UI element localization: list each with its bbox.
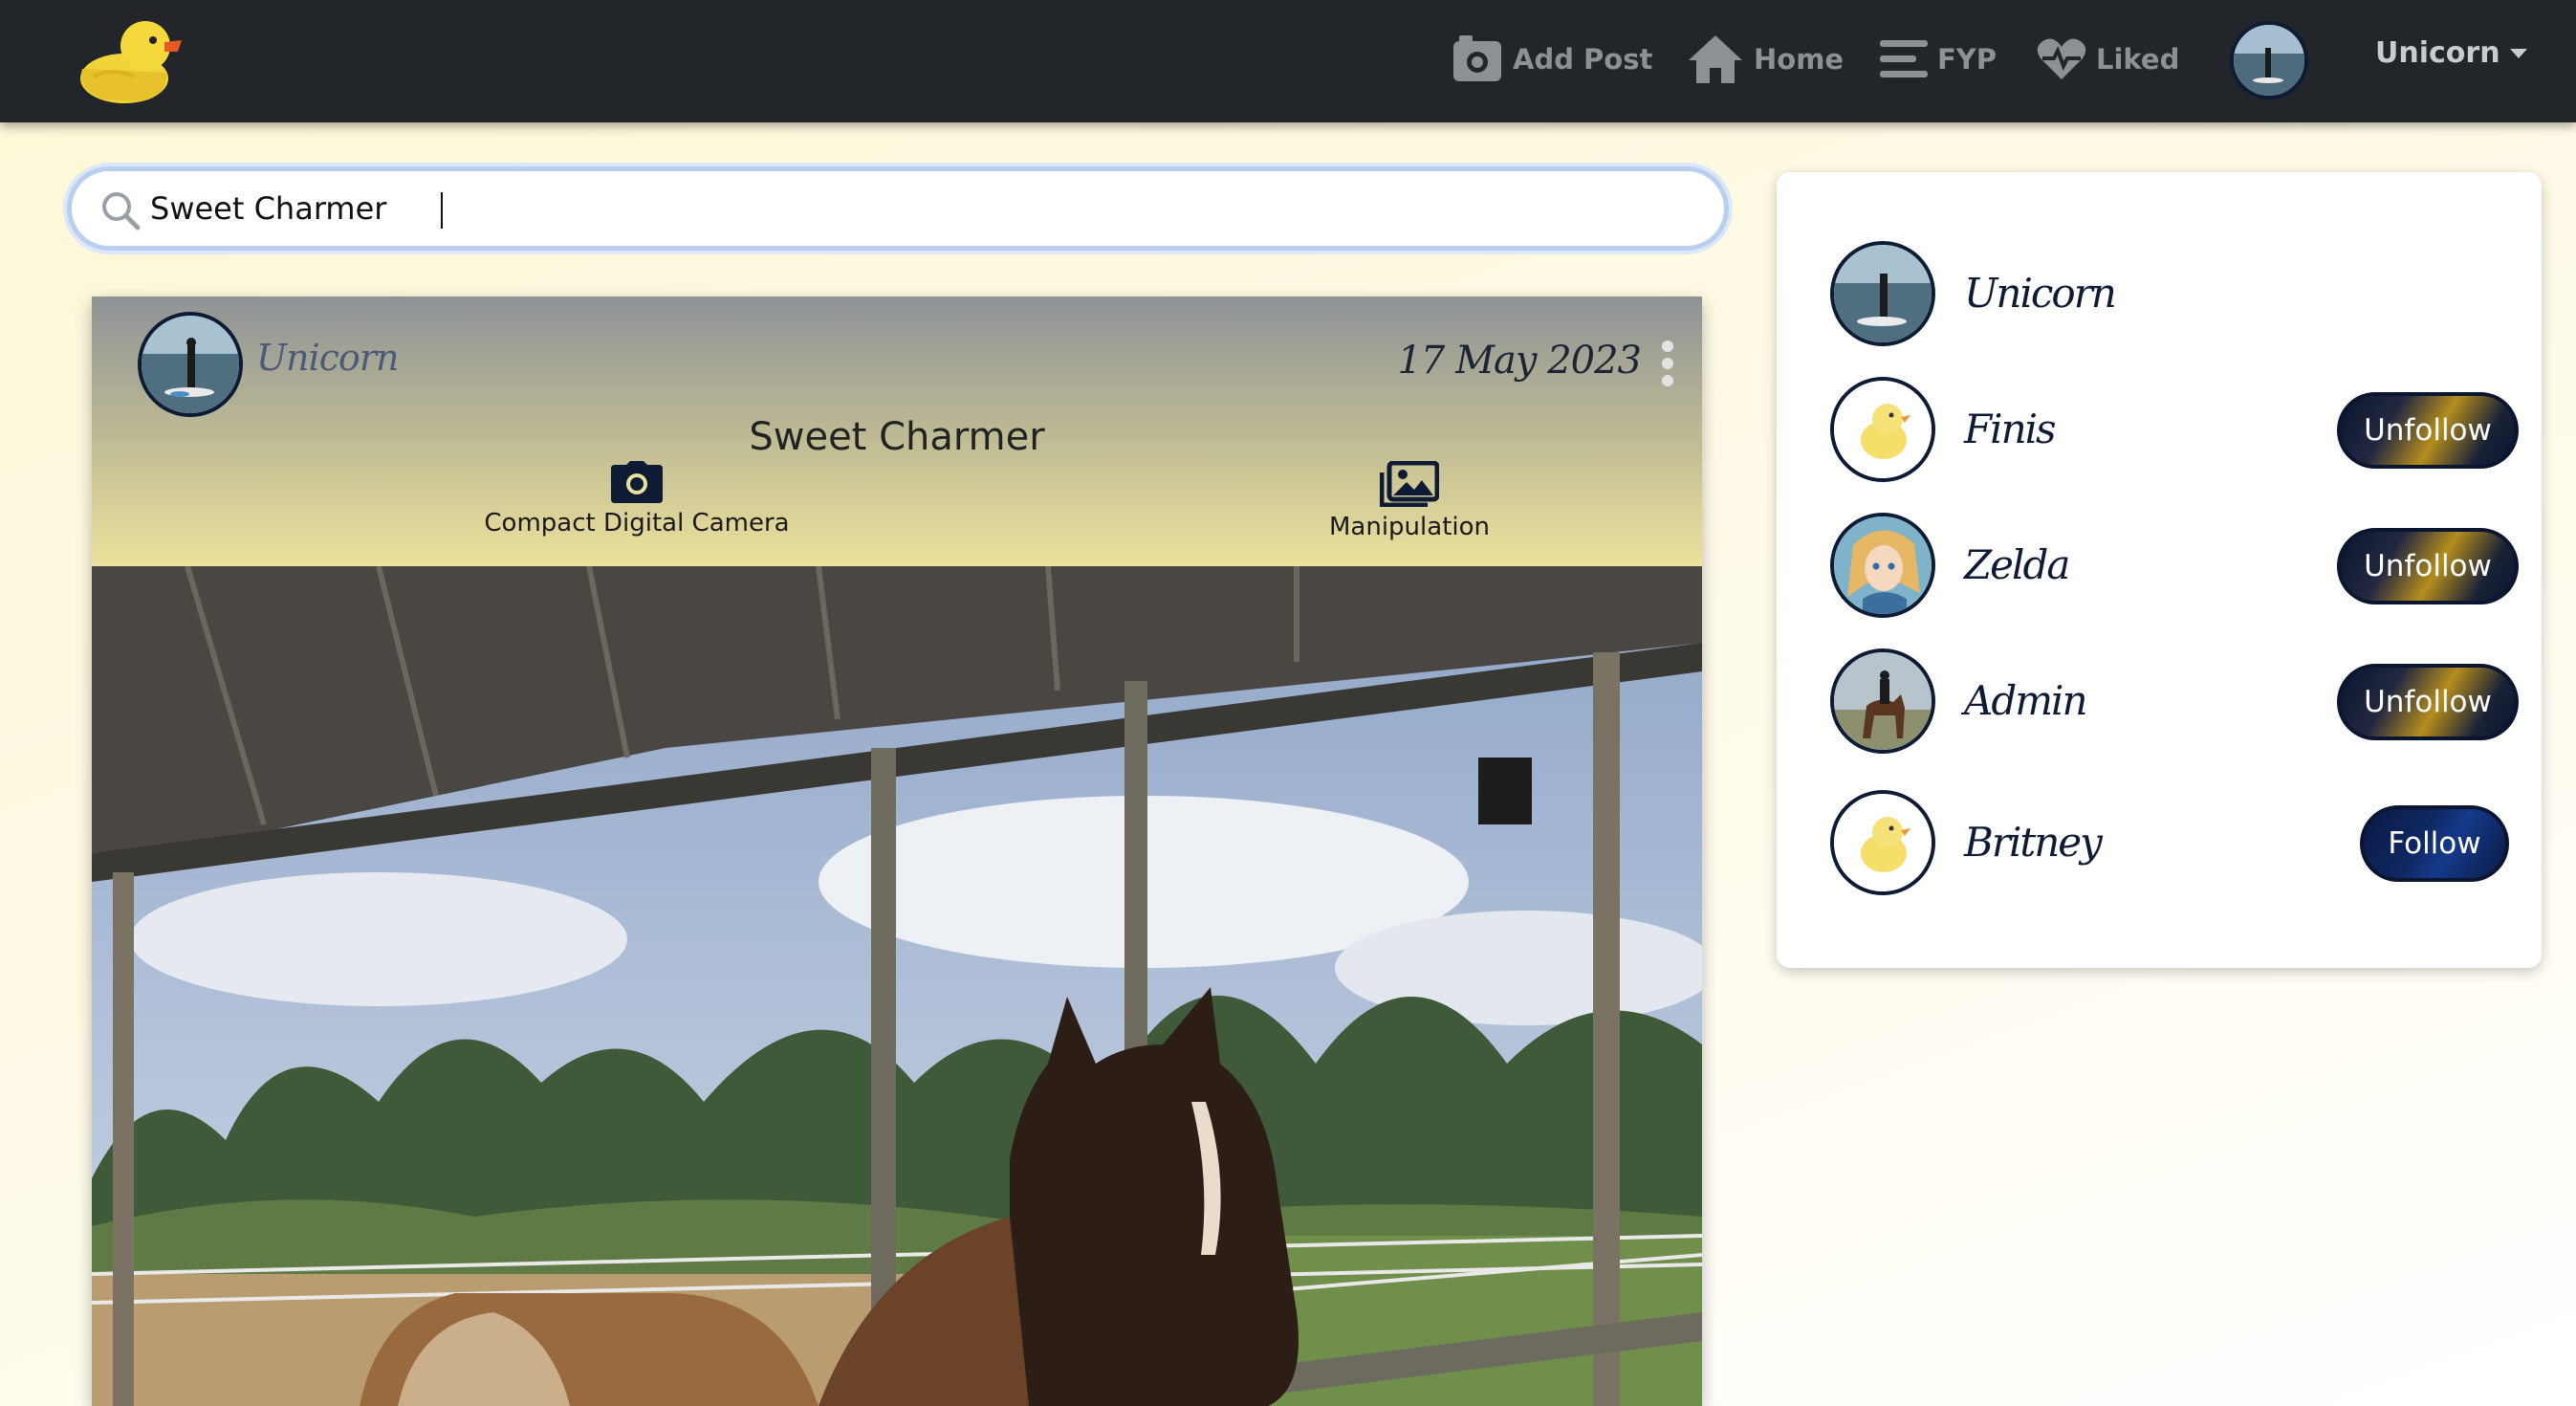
post-tag-manipulation: Manipulation	[1170, 461, 1648, 541]
nav-home[interactable]: Home	[1687, 29, 1844, 90]
post-author-avatar[interactable]	[138, 312, 243, 417]
nav-liked-label: Liked	[2096, 43, 2180, 76]
suggested-profiles-panel: Unicorn Finis Unfollow Zelda Unfollow Ad…	[1777, 172, 2542, 968]
profile-name[interactable]: Finis	[1964, 406, 2057, 452]
unfollow-button[interactable]: Unfollow	[2337, 664, 2519, 740]
post-tag-camera-label: Compact Digital Camera	[484, 509, 790, 538]
home-icon	[1689, 35, 1742, 83]
profile-row-britney: Britney Follow	[1830, 790, 2509, 895]
profile-avatar[interactable]	[1830, 513, 1935, 618]
nav-avatar[interactable]	[2230, 21, 2308, 99]
unfollow-button[interactable]: Unfollow	[2337, 528, 2519, 604]
search-input[interactable]	[150, 185, 1699, 232]
lake-paddleboard-photo	[2234, 25, 2304, 96]
user-dropdown[interactable]: Unicorn	[2375, 36, 2527, 70]
post-photo[interactable]	[92, 566, 1702, 1406]
unfollow-button[interactable]: Unfollow	[2337, 392, 2519, 469]
user-dropdown-label: Unicorn	[2375, 36, 2500, 70]
search-icon	[102, 192, 141, 231]
cartoon-chick-icon	[1834, 381, 1932, 478]
profile-name[interactable]: Unicorn	[1964, 270, 2117, 317]
lake-paddleboard-photo	[1834, 245, 1932, 342]
nav-fyp[interactable]: FYP	[1880, 29, 1997, 90]
profile-row-zelda: Zelda Unfollow	[1830, 513, 2519, 618]
nav-add-post[interactable]: Add Post	[1452, 29, 1652, 90]
profile-avatar[interactable]	[1830, 790, 1935, 895]
follow-button[interactable]: Follow	[2360, 805, 2509, 882]
more-options-icon[interactable]	[1662, 341, 1675, 386]
profile-avatar[interactable]	[1830, 241, 1935, 346]
nav-liked[interactable]: Liked	[2037, 29, 2179, 90]
anime-character-portrait	[1834, 516, 1932, 614]
horse-rider-photo	[1834, 652, 1932, 750]
camera-icon	[611, 461, 663, 503]
text-cursor	[441, 192, 443, 229]
profile-row-unicorn: Unicorn	[1830, 241, 2500, 346]
profile-avatar[interactable]	[1830, 648, 1935, 754]
images-icon	[1380, 461, 1439, 507]
profile-row-admin: Admin Unfollow	[1830, 648, 2519, 754]
menu-lines-icon	[1880, 40, 1928, 77]
post-card: Unicorn 17 May 2023 Sweet Charmer Compac…	[92, 297, 1702, 1406]
post-header: Unicorn 17 May 2023 Sweet Charmer Compac…	[92, 297, 1702, 566]
caret-down-icon	[2509, 48, 2527, 58]
heart-pulse-icon	[2037, 38, 2086, 79]
profile-name[interactable]: Zelda	[1964, 541, 2070, 588]
profile-row-finis: Finis Unfollow	[1830, 377, 2519, 482]
camera-plus-icon	[1453, 35, 1501, 81]
post-date: 17 May 2023	[1397, 339, 1642, 383]
search-bar[interactable]	[67, 166, 1729, 251]
profile-avatar[interactable]	[1830, 377, 1935, 482]
post-tag-manipulation-label: Manipulation	[1328, 513, 1490, 541]
nav-home-label: Home	[1754, 43, 1845, 76]
nav-add-post-label: Add Post	[1513, 43, 1653, 76]
post-author-name[interactable]: Unicorn	[256, 337, 399, 379]
post-title: Sweet Charmer	[749, 415, 1045, 459]
rubber-duck-logo-icon[interactable]	[75, 13, 189, 109]
nav-fyp-label: FYP	[1937, 43, 1997, 76]
profile-name[interactable]: Admin	[1964, 677, 2088, 724]
profile-name[interactable]: Britney	[1964, 819, 2103, 866]
post-tag-camera: Compact Digital Camera	[398, 461, 876, 538]
top-navbar: Add Post Home FYP Liked Unicorn	[0, 0, 2576, 122]
lake-paddleboard-photo	[142, 316, 239, 413]
cartoon-chick-icon	[1834, 794, 1932, 891]
